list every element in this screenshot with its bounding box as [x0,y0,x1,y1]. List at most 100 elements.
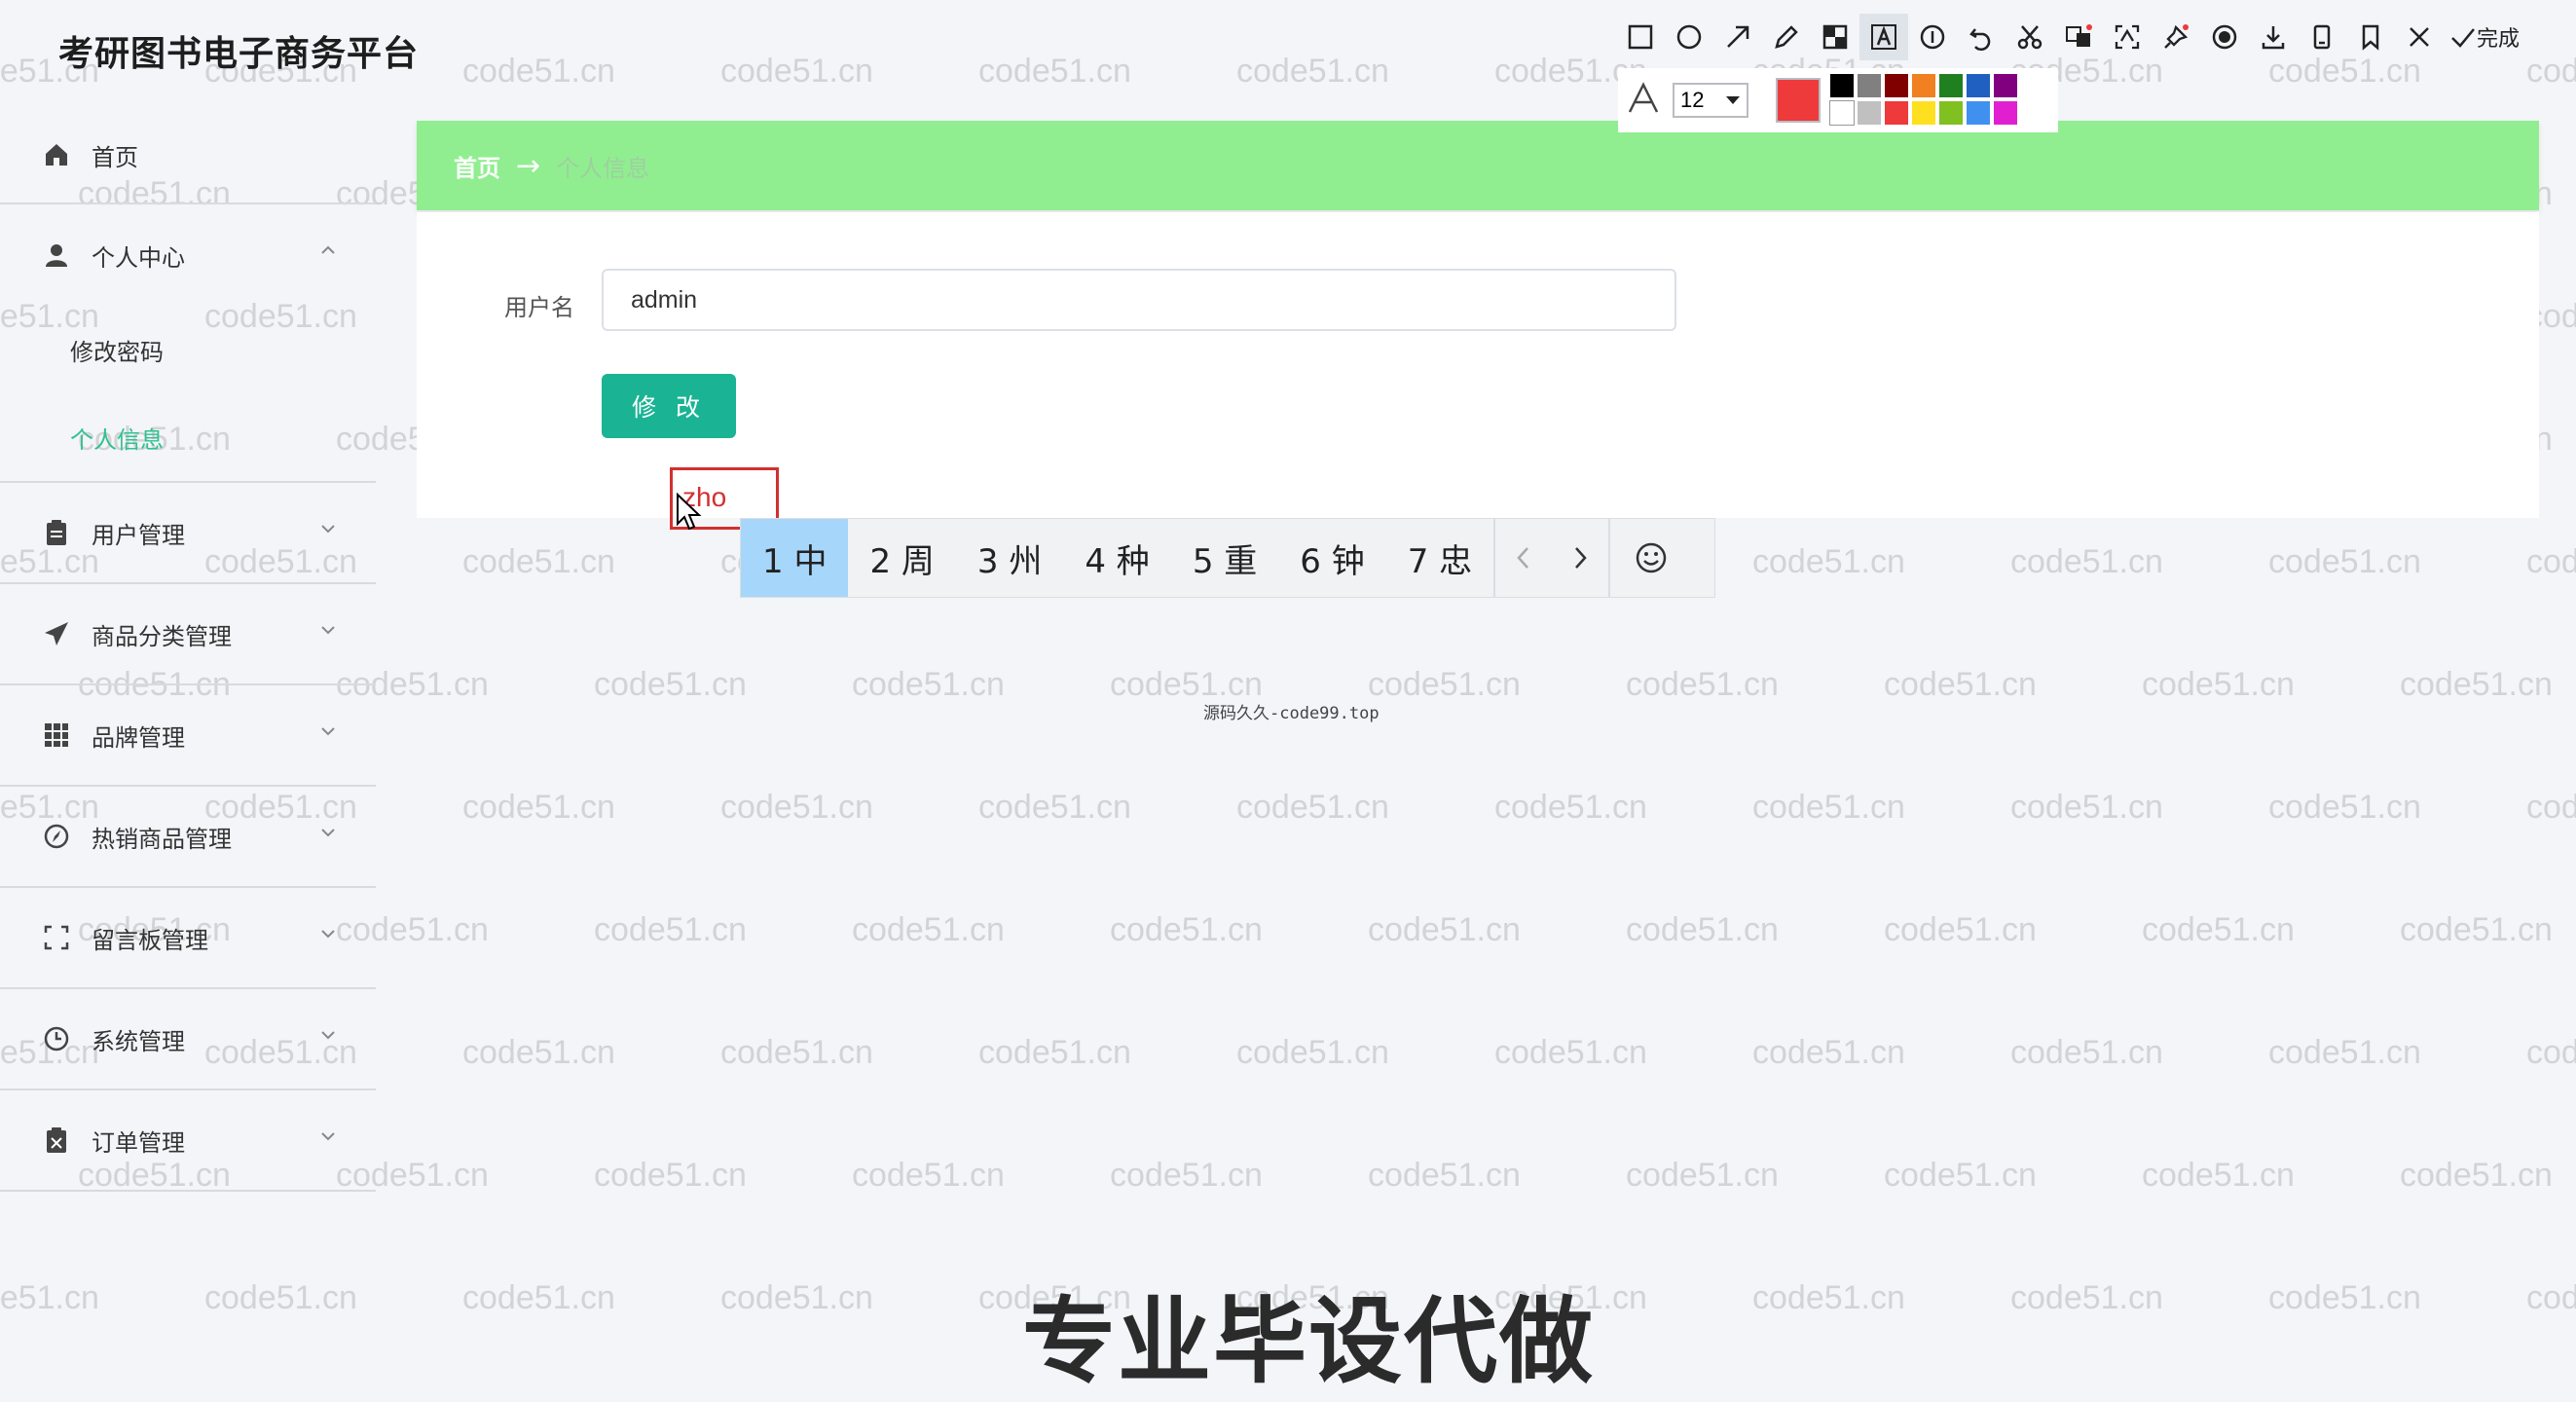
sidebar-subitem-change-password[interactable]: 修改密码 [0,306,376,393]
sidebar-item-user-management[interactable]: 用户管理 [0,483,376,584]
watermark-text: code51.cn [2268,1034,2421,1071]
close-icon[interactable] [2395,14,2444,60]
color-swatch[interactable] [1885,101,1908,125]
watermark-text: code51.cn [1110,911,1263,948]
prev-page-icon[interactable] [1495,519,1552,597]
sidebar-item-hot-products[interactable]: 热销商品管理 [0,787,376,888]
sidebar-item-message-board[interactable]: 留言板管理 [0,888,376,989]
color-swatch[interactable] [1885,74,1908,97]
watermark-text: code51.cn [1884,666,2037,703]
font-size-select[interactable]: 12 [1673,83,1748,118]
breadcrumb-current: 个人信息 [556,154,650,182]
mosaic-icon[interactable] [1811,14,1859,60]
color-swatch[interactable] [1939,101,1963,125]
emoji-icon[interactable] [1610,519,1692,597]
watermark-text: code51.cn [1236,53,1389,90]
send-icon [41,618,72,649]
watermark-text: code51.cn [594,1157,747,1194]
ime-candidate[interactable]: 2 周 [848,519,955,597]
sidebar-subitem-personal-info[interactable]: 个人信息 [0,393,376,481]
undo-icon[interactable] [1957,14,2006,60]
watermark-text: code51.cn [978,53,1131,90]
username-label: 用户名 [504,294,574,321]
chevron-down-icon [1726,96,1740,104]
chevron-down-icon [321,1132,335,1141]
ime-candidate[interactable]: 1 中 [741,519,849,597]
watermark-text: code51.cn [594,666,747,703]
watermark-text: code51.cn [2010,543,2163,580]
sidebar-item-category-management[interactable]: 商品分类管理 [0,584,376,685]
username-input[interactable]: admin [602,269,1676,331]
sidebar-item-brand-management[interactable]: 品牌管理 [0,685,376,787]
pin-icon[interactable] [2152,14,2200,60]
translate-icon[interactable] [2054,14,2103,60]
watermark-text: code51.cn [2526,1034,2576,1071]
watermark-text: code51.cn [1110,1157,1263,1194]
ocr-icon[interactable] [2103,14,2152,60]
clock-icon [41,1023,72,1054]
watermark-text: code51.cn [978,789,1131,826]
watermark-text: code51.cn [462,789,615,826]
watermark-text: code51.cn [204,1279,357,1316]
record-icon[interactable] [2200,14,2249,60]
update-button[interactable]: 修 改 [602,374,736,438]
sidebar-item-label: 用户管理 [92,521,185,549]
color-swatch[interactable] [1858,101,1881,125]
watermark-text: code51.cn [2400,666,2553,703]
color-swatch[interactable] [1912,101,1935,125]
done-button[interactable]: 完成 [2449,21,2520,53]
watermark-text: code51.cn [852,1157,1005,1194]
watermark-text: code51.cn [2010,789,2163,826]
current-color-swatch[interactable] [1776,78,1821,123]
watermark-text: code51.cn [2268,543,2421,580]
number-icon[interactable] [1908,14,1957,60]
home-icon [41,139,72,170]
ellipse-icon[interactable] [1665,14,1713,60]
color-swatch[interactable] [1912,74,1935,97]
ime-candidate[interactable]: 7 忠 [1386,519,1493,597]
watermark-text: code51.cn [1884,1157,2037,1194]
text-icon[interactable] [1859,14,1908,60]
ime-candidate[interactable]: 4 种 [1063,519,1170,597]
save-icon[interactable] [2298,14,2346,60]
rectangle-icon[interactable] [1616,14,1665,60]
sidebar-item-label: 订单管理 [92,1128,185,1157]
ime-candidate[interactable]: 3 州 [956,519,1063,597]
sidebar-item-label: 品牌管理 [92,723,185,752]
watermark-text: code51.cn [1626,911,1779,948]
color-swatch[interactable] [1858,74,1881,97]
sidebar-item-personal-center[interactable]: 个人中心 [0,204,376,306]
breadcrumb-separator: → [516,148,541,183]
color-swatch[interactable] [1967,74,1990,97]
font-icon [1626,81,1661,120]
compass-icon [41,821,72,852]
sidebar-item-home[interactable]: 首页 [0,113,376,197]
watermark-text: code51.cn [1884,911,2037,948]
ime-candidate[interactable]: 5 重 [1171,519,1278,597]
download-icon[interactable] [2249,14,2298,60]
watermark-text: code51.cn [1236,789,1389,826]
sidebar-item-label: 系统管理 [92,1027,185,1055]
sidebar-item-system-management[interactable]: 系统管理 [0,989,376,1090]
bookmark-icon[interactable] [2346,14,2395,60]
color-palette [1829,74,2019,127]
watermark-text: code51.cn [1494,1034,1647,1071]
sidebar-item-label: 热销商品管理 [92,825,232,853]
sidebar-item-order-management[interactable]: 订单管理 [0,1090,376,1192]
sidebar-item-label: 首页 [92,143,138,171]
color-swatch[interactable] [1829,100,1855,126]
scissors-icon[interactable] [2006,14,2054,60]
breadcrumb-home[interactable]: 首页 [454,149,500,183]
arrow-icon[interactable] [1713,14,1762,60]
submenu-personal-center: 修改密码 个人信息 [0,306,376,483]
color-swatch[interactable] [1994,74,2017,97]
sidebar-item-label: 留言板管理 [92,926,208,954]
watermark-text: code51.cn [2400,1157,2553,1194]
pencil-icon[interactable] [1762,14,1811,60]
color-swatch[interactable] [1939,74,1963,97]
color-swatch[interactable] [1830,74,1854,97]
ime-candidate[interactable]: 6 钟 [1278,519,1385,597]
color-swatch[interactable] [1967,101,1990,125]
color-swatch[interactable] [1994,101,2017,125]
next-page-icon[interactable] [1552,519,1608,597]
